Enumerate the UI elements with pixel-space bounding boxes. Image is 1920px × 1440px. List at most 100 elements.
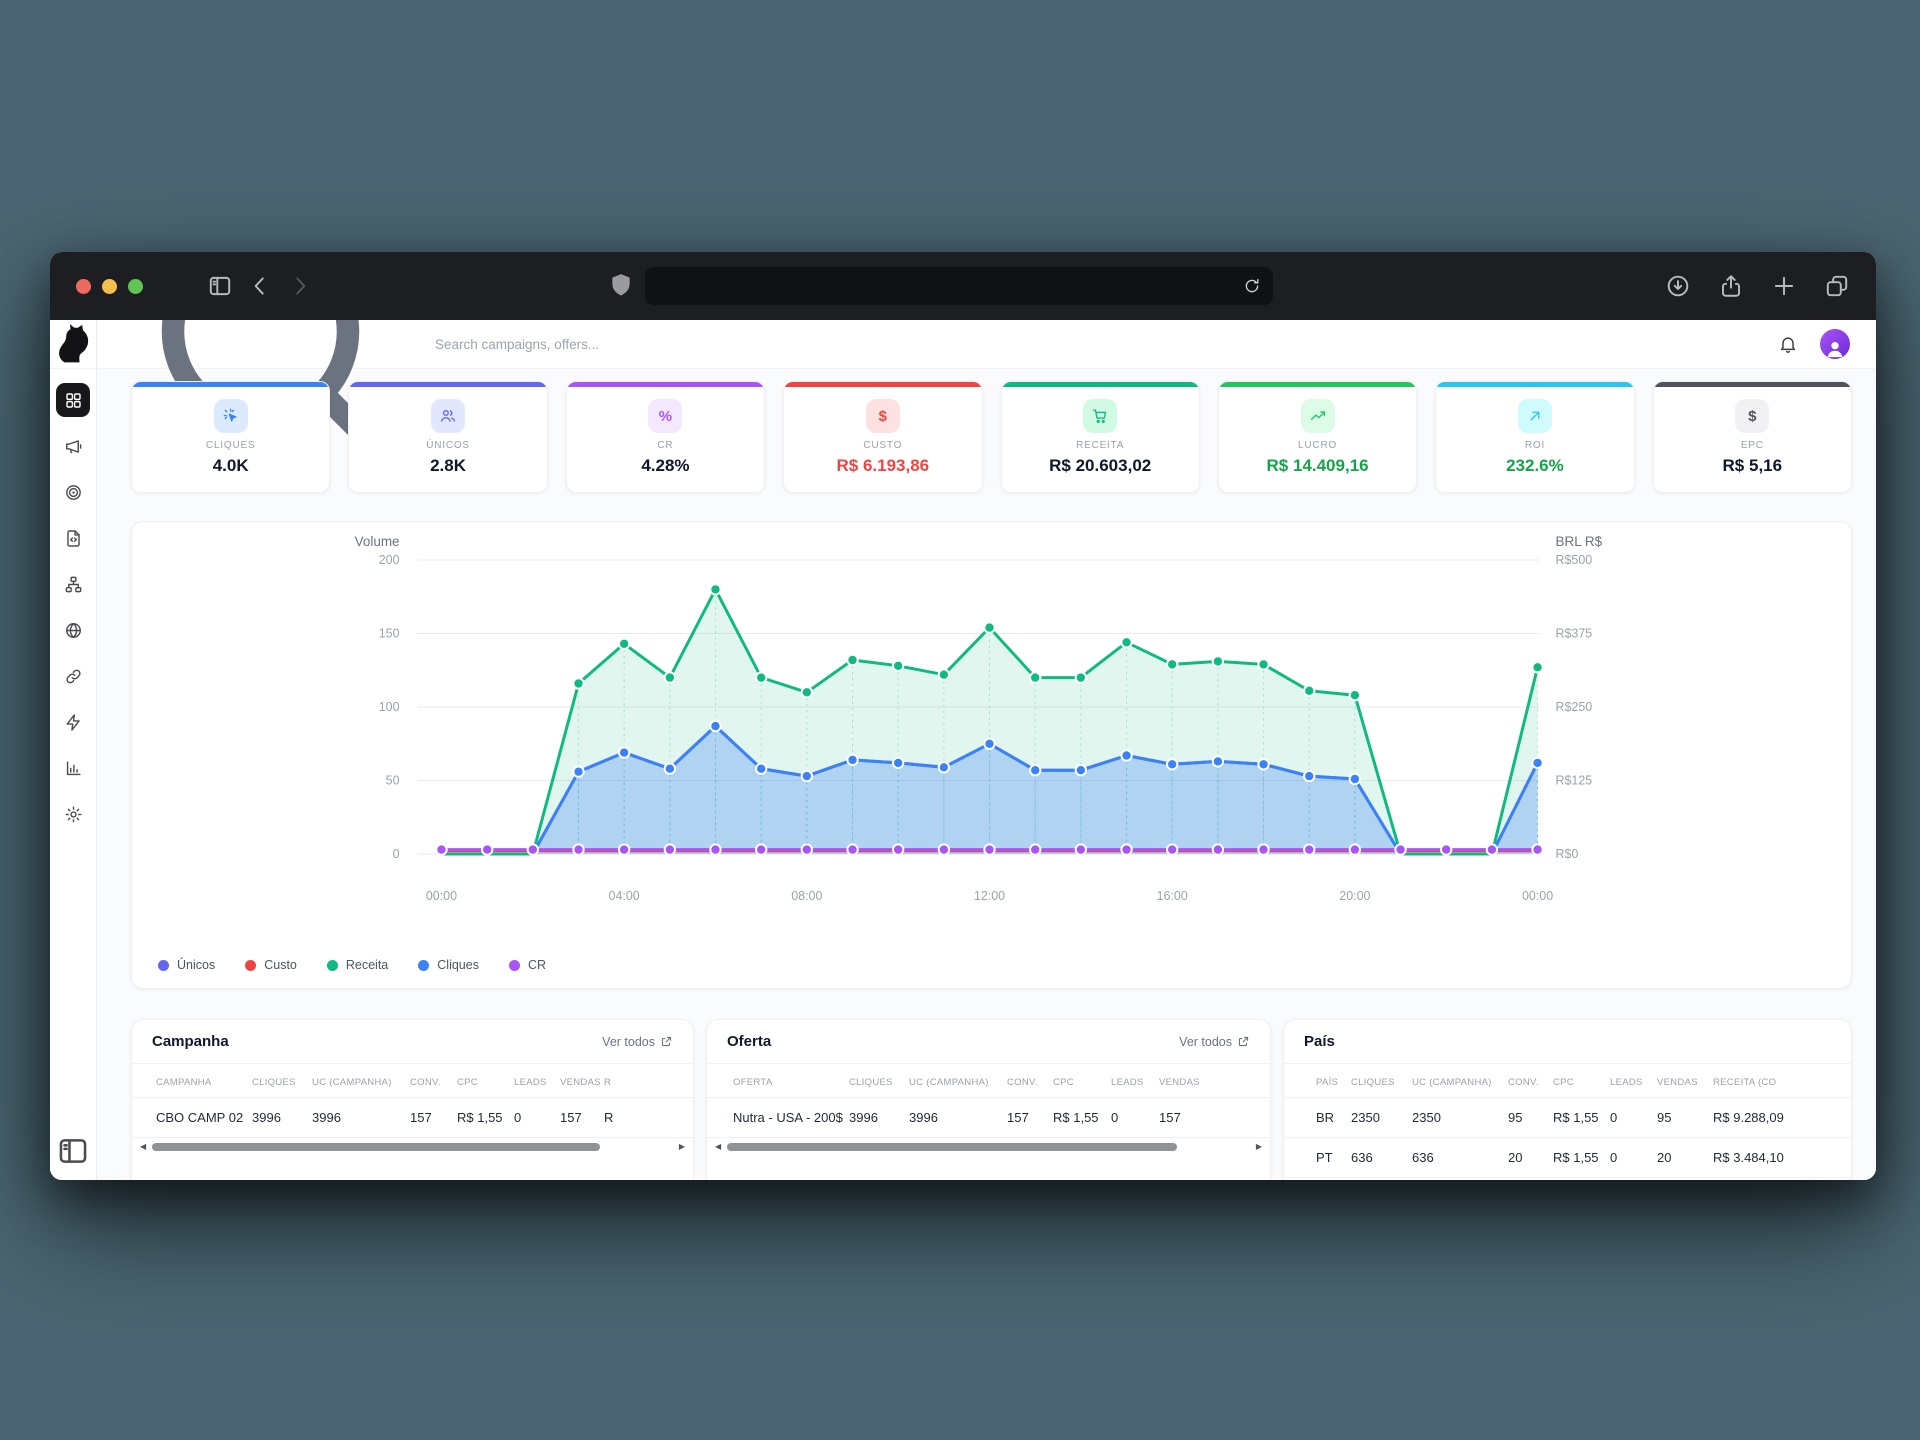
legend-label: Custo: [264, 958, 297, 972]
table-row[interactable]: BR2350235095R$ 1,55095R$ 9.288,09: [1284, 1097, 1851, 1137]
globe-icon: [64, 621, 83, 640]
notification-bell-icon[interactable]: [1778, 334, 1798, 354]
column-header: CLIQUES: [849, 1064, 909, 1097]
table-cell: 2350: [1351, 1098, 1412, 1137]
back-button[interactable]: [247, 273, 273, 299]
link-icon: [64, 667, 83, 686]
scrollbar-thumb[interactable]: [152, 1143, 600, 1151]
sidebar-item-campaigns[interactable]: [56, 429, 90, 463]
sidebar-item-offers[interactable]: [56, 475, 90, 509]
legend-label: Receita: [346, 958, 388, 972]
scroll-right-arrow[interactable]: ▶: [679, 1143, 685, 1151]
scrollbar-track[interactable]: [727, 1143, 1250, 1151]
minimize-button[interactable]: [102, 279, 117, 294]
svg-text:08:00: 08:00: [791, 889, 822, 903]
column-header: CPC: [1553, 1064, 1610, 1097]
column-header: VENDAS: [1657, 1064, 1713, 1097]
table-cell: 0: [1610, 1138, 1657, 1177]
table-cell: 2350: [1412, 1098, 1508, 1137]
user-avatar[interactable]: [1820, 329, 1850, 359]
table-cell: 3996: [252, 1098, 312, 1137]
scrollbar-thumb[interactable]: [727, 1143, 1177, 1151]
breakdown-tables-row: CampanhaVer todosCAMPANHACLIQUESUC (CAMP…: [131, 1019, 1852, 1180]
table-row[interactable]: Nutra - USA - 200$39963996157R$ 1,550157: [707, 1097, 1270, 1137]
trend-up-icon: [1301, 399, 1335, 433]
kpi-label: CLIQUES: [132, 440, 329, 451]
svg-text:150: 150: [379, 626, 400, 640]
click-icon: [214, 399, 248, 433]
column-header: UC (CAMPANHA): [1412, 1064, 1508, 1097]
sidebar-toggle-icon[interactable]: [207, 273, 233, 299]
table-card-header: País: [1284, 1020, 1851, 1064]
sidebar-item-links[interactable]: [56, 659, 90, 693]
horizontal-scrollbar[interactable]: ◀▶: [132, 1138, 693, 1151]
legend-item-únicos[interactable]: Únicos: [158, 958, 215, 972]
collapse-sidebar-button[interactable]: [56, 1134, 90, 1168]
table-row[interactable]: PT63663620R$ 1,55020R$ 3.484,10: [1284, 1137, 1851, 1177]
scrollbar-track[interactable]: [152, 1143, 673, 1151]
table-cell: R$ 1,55: [1553, 1098, 1610, 1137]
column-header: UC (CAMPANHA): [909, 1064, 1007, 1097]
search-input[interactable]: [433, 336, 857, 353]
reload-button[interactable]: [1243, 277, 1261, 295]
column-header: CONV.: [1007, 1064, 1053, 1097]
shield-icon[interactable]: [608, 272, 634, 298]
kpi-card-cr: %CR4.28%: [566, 381, 765, 493]
new-tab-button[interactable]: [1771, 273, 1797, 299]
svg-text:R$500: R$500: [1556, 553, 1593, 567]
legend-item-custo[interactable]: Custo: [245, 958, 297, 972]
tabs-overview-button[interactable]: [1824, 273, 1850, 299]
table-row[interactable]: CBO CAMP 0239963996157R$ 1,550157R: [132, 1097, 693, 1137]
sidebar-item-domains[interactable]: [56, 613, 90, 647]
column-header: R: [604, 1064, 693, 1097]
sidebar-item-settings[interactable]: [56, 797, 90, 831]
svg-text:BRL R$: BRL R$: [1556, 534, 1603, 549]
table-cell: 157: [1159, 1098, 1270, 1137]
table-cell: R$ 1,55: [1553, 1138, 1610, 1177]
table-cell: 157: [410, 1098, 457, 1137]
svg-text:20:00: 20:00: [1339, 889, 1370, 903]
users-icon: [431, 399, 465, 433]
url-bar[interactable]: [645, 267, 1273, 305]
sidebar-item-code[interactable]: [56, 521, 90, 555]
table-cell: 157: [1007, 1098, 1053, 1137]
forward-button[interactable]: [287, 273, 313, 299]
kpi-label: CUSTO: [784, 440, 981, 451]
svg-text:50: 50: [386, 773, 400, 787]
scroll-left-arrow[interactable]: ◀: [715, 1143, 721, 1151]
ver-todos-link[interactable]: Ver todos: [602, 1035, 673, 1049]
column-header: CONV.: [1508, 1064, 1553, 1097]
legend-item-cr[interactable]: CR: [509, 958, 546, 972]
dollar-icon: $: [866, 399, 900, 433]
person-icon: [1824, 337, 1846, 359]
download-button[interactable]: [1665, 273, 1691, 299]
sidebar-item-reports[interactable]: [56, 751, 90, 785]
ver-todos-link[interactable]: Ver todos: [1179, 1035, 1250, 1049]
kpi-label: ÚNICOS: [349, 440, 546, 451]
sidebar-item-dashboard[interactable]: [56, 383, 90, 417]
table-cell: 157: [560, 1098, 604, 1137]
legend-item-cliques[interactable]: Cliques: [418, 958, 479, 972]
kpi-value: 4.28%: [567, 456, 764, 476]
dog-logo[interactable]: [50, 320, 96, 369]
close-button[interactable]: [76, 279, 91, 294]
scroll-left-arrow[interactable]: ◀: [140, 1143, 146, 1151]
sidebar-item-automations[interactable]: [56, 705, 90, 739]
scroll-right-arrow[interactable]: ▶: [1256, 1143, 1262, 1151]
table-cell: R$ 9.288,09: [1713, 1098, 1851, 1137]
svg-text:04:00: 04:00: [609, 889, 640, 903]
kpi-accent-bar: [1654, 382, 1851, 387]
zoom-button[interactable]: [128, 279, 143, 294]
legend-item-receita[interactable]: Receita: [327, 958, 388, 972]
share-button[interactable]: [1718, 273, 1744, 299]
table-cell: 636: [1351, 1138, 1412, 1177]
kpi-card-lucro: LUCROR$ 14.409,16: [1218, 381, 1417, 493]
table-cell: R$ 1,55: [1053, 1098, 1111, 1137]
column-header: PAÍS: [1316, 1064, 1351, 1097]
horizontal-scrollbar[interactable]: ◀▶: [707, 1138, 1270, 1151]
legend-swatch: [418, 960, 429, 971]
sidebar-item-flows[interactable]: [56, 567, 90, 601]
column-header: RECEITA (CO: [1713, 1064, 1851, 1097]
traffic-chart-card: 200R$500150R$375100R$25050R$1250R$0Volum…: [131, 521, 1852, 989]
legend-swatch: [245, 960, 256, 971]
